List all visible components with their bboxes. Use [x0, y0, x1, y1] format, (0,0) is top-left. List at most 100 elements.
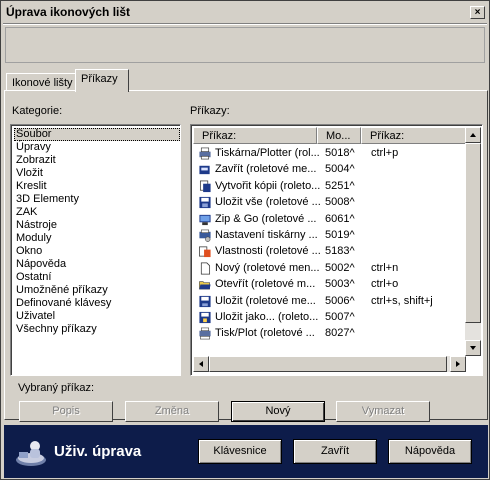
command-code: 5183^ [325, 245, 355, 258]
plot-icon [199, 328, 211, 340]
command-shortcut: ctrl+s, shift+j [371, 294, 433, 307]
table-row[interactable]: Zip & Go (roletové ... 6061^ [193, 212, 465, 228]
category-item[interactable]: Nápověda [14, 258, 180, 271]
novy-button[interactable]: Nový [231, 401, 325, 422]
title-bar[interactable]: Úprava ikonových lišt × [2, 2, 488, 22]
properties-icon [199, 246, 211, 258]
table-row[interactable]: Vytvořit kópii (roleto... 5251^ [193, 179, 465, 195]
horizontal-scroll-thumb[interactable] [209, 356, 447, 372]
command-name: Zavřít (roletové me... [215, 163, 317, 176]
command-name: Tiskárna/Plotter (rol... [215, 147, 320, 159]
command-code: 5018^ [325, 147, 355, 159]
table-row[interactable]: Uložit vše (roletové ... 5008^ [193, 195, 465, 211]
table-row[interactable]: Otevřít (roletové m... 5003^ ctrl+o [193, 277, 465, 293]
napoveda-button[interactable]: Nápověda [388, 439, 472, 464]
vymazat-button[interactable]: Vymazat [336, 401, 430, 422]
save-icon [199, 295, 211, 307]
footer-bar: Uživ. úprava Klávesnice Zavřít Nápověda [4, 425, 488, 478]
category-item[interactable]: Soubor [14, 128, 180, 141]
table-row[interactable]: Tiskárna/Plotter (rol... 5018^ ctrl+p [193, 146, 465, 162]
command-name: Uložit vše (roletové ... [215, 196, 321, 209]
close-file-icon [199, 166, 210, 175]
arrow-left-icon [199, 361, 203, 367]
zmena-button[interactable]: Změna [125, 401, 219, 422]
command-code: 5019^ [325, 229, 355, 241]
klavesnice-button[interactable]: Klávesnice [198, 439, 282, 464]
vertical-scroll-thumb[interactable] [465, 143, 481, 323]
commands-list[interactable]: Příkaz: Mo... Příkaz: Tiskárna/Plotter (… [190, 124, 483, 376]
dialog-window: Úprava ikonových lišt × Ikonové lišty Př… [0, 0, 490, 480]
horizontal-scrollbar[interactable] [193, 356, 466, 372]
category-item[interactable]: Vložit [14, 167, 180, 180]
arrow-down-icon [470, 346, 476, 350]
table-row[interactable]: Nastavení tiskárny ... 5019^ [193, 228, 465, 244]
table-row[interactable]: Tisk/Plot (roletové ... 8027^ [193, 326, 465, 342]
command-code: 5003^ [325, 278, 355, 291]
categories-label: Kategorie: [12, 105, 63, 117]
column-header-shortcut[interactable]: Příkaz: [361, 127, 466, 144]
category-item[interactable]: Moduly [14, 232, 180, 245]
open-folder-icon [199, 281, 211, 290]
save-as-icon [199, 311, 211, 324]
vertical-scrollbar[interactable] [465, 127, 481, 356]
command-name: Vlastnosti (roletové ... [215, 245, 321, 258]
command-name: Nový (roletové men... [215, 261, 320, 274]
category-item[interactable]: Uživatel [14, 310, 180, 323]
category-item[interactable]: 3D Elementy [14, 193, 180, 206]
column-header-mode[interactable]: Mo... [317, 127, 361, 144]
command-name: Nastavení tiskárny ... [215, 229, 318, 241]
copy-icon [199, 180, 211, 192]
save-all-icon [199, 197, 211, 209]
column-header-command[interactable]: Příkaz: [193, 127, 317, 144]
table-row[interactable]: Vlastnosti (roletové ... 5183^ [193, 244, 465, 260]
table-row[interactable]: Zavřít (roletové me... 5004^ [193, 162, 465, 178]
table-row[interactable]: Nový (roletové men... 5002^ ctrl+n [193, 261, 465, 277]
table-row[interactable]: Uložit jako... (roleto... 5007^ [193, 310, 465, 326]
table-row[interactable]: Uložit (roletové me... 5006^ ctrl+s, shift… [193, 294, 465, 310]
category-item[interactable]: Nástroje [14, 219, 180, 232]
scroll-right-button[interactable] [450, 356, 466, 372]
selected-command-label: Vybraný příkaz: [18, 382, 95, 394]
scroll-left-button[interactable] [193, 356, 209, 372]
command-code: 5002^ [325, 261, 355, 274]
command-code: 5251^ [325, 179, 355, 192]
command-code: 5006^ [325, 294, 355, 307]
command-code: 6061^ [325, 212, 355, 225]
category-item[interactable]: Úpravy [14, 141, 180, 154]
commands-label: Příkazy: [190, 105, 230, 117]
scroll-up-button[interactable] [465, 127, 481, 143]
command-name: Uložit jako... (roleto... [215, 311, 319, 323]
category-item[interactable]: Ostatní [14, 271, 180, 284]
scroll-down-button[interactable] [465, 340, 481, 356]
close-button[interactable]: × [470, 6, 485, 19]
category-item[interactable]: Zobrazit [14, 154, 180, 167]
footer-title: Uživ. úprava [54, 443, 142, 460]
zavrit-button[interactable]: Zavřít [293, 439, 377, 464]
command-code: 5007^ [325, 311, 355, 323]
category-item[interactable]: Kreslit [14, 180, 180, 193]
category-item[interactable]: Definované klávesy [14, 297, 180, 310]
tab-panel: Kategorie: Příkazy: Soubor Úpravy Zobrazit… [4, 90, 488, 422]
category-item[interactable]: Umožněné příkazy [14, 284, 180, 297]
printer-setup-icon [199, 229, 211, 242]
tab-ikonove-listy[interactable]: Ikonové lišty [6, 73, 76, 91]
category-item[interactable]: ZAK [14, 206, 180, 219]
zip-icon [199, 214, 211, 225]
categories-list[interactable]: Soubor Úpravy Zobrazit Vložit Kreslit 3D Elem… [10, 124, 181, 376]
command-code: 5008^ [325, 196, 355, 209]
tab-prikazy[interactable]: Příkazy [75, 69, 129, 92]
command-code: 8027^ [325, 327, 355, 340]
command-name: Otevřít (roletové m... [215, 278, 316, 291]
category-item[interactable]: Všechny příkazy [14, 323, 180, 336]
arrow-right-icon [456, 361, 460, 367]
command-shortcut: ctrl+n [371, 261, 399, 274]
command-name: Uložit (roletové me... [215, 294, 316, 307]
arrow-up-icon [470, 133, 476, 137]
command-code: 5004^ [325, 163, 355, 176]
popis-button[interactable]: Popis [19, 401, 113, 422]
user-customize-icon [16, 441, 46, 466]
category-item[interactable]: Okno [14, 245, 180, 258]
title-separator [3, 23, 487, 25]
command-shortcut: ctrl+o [371, 278, 399, 291]
new-file-icon [200, 262, 211, 275]
